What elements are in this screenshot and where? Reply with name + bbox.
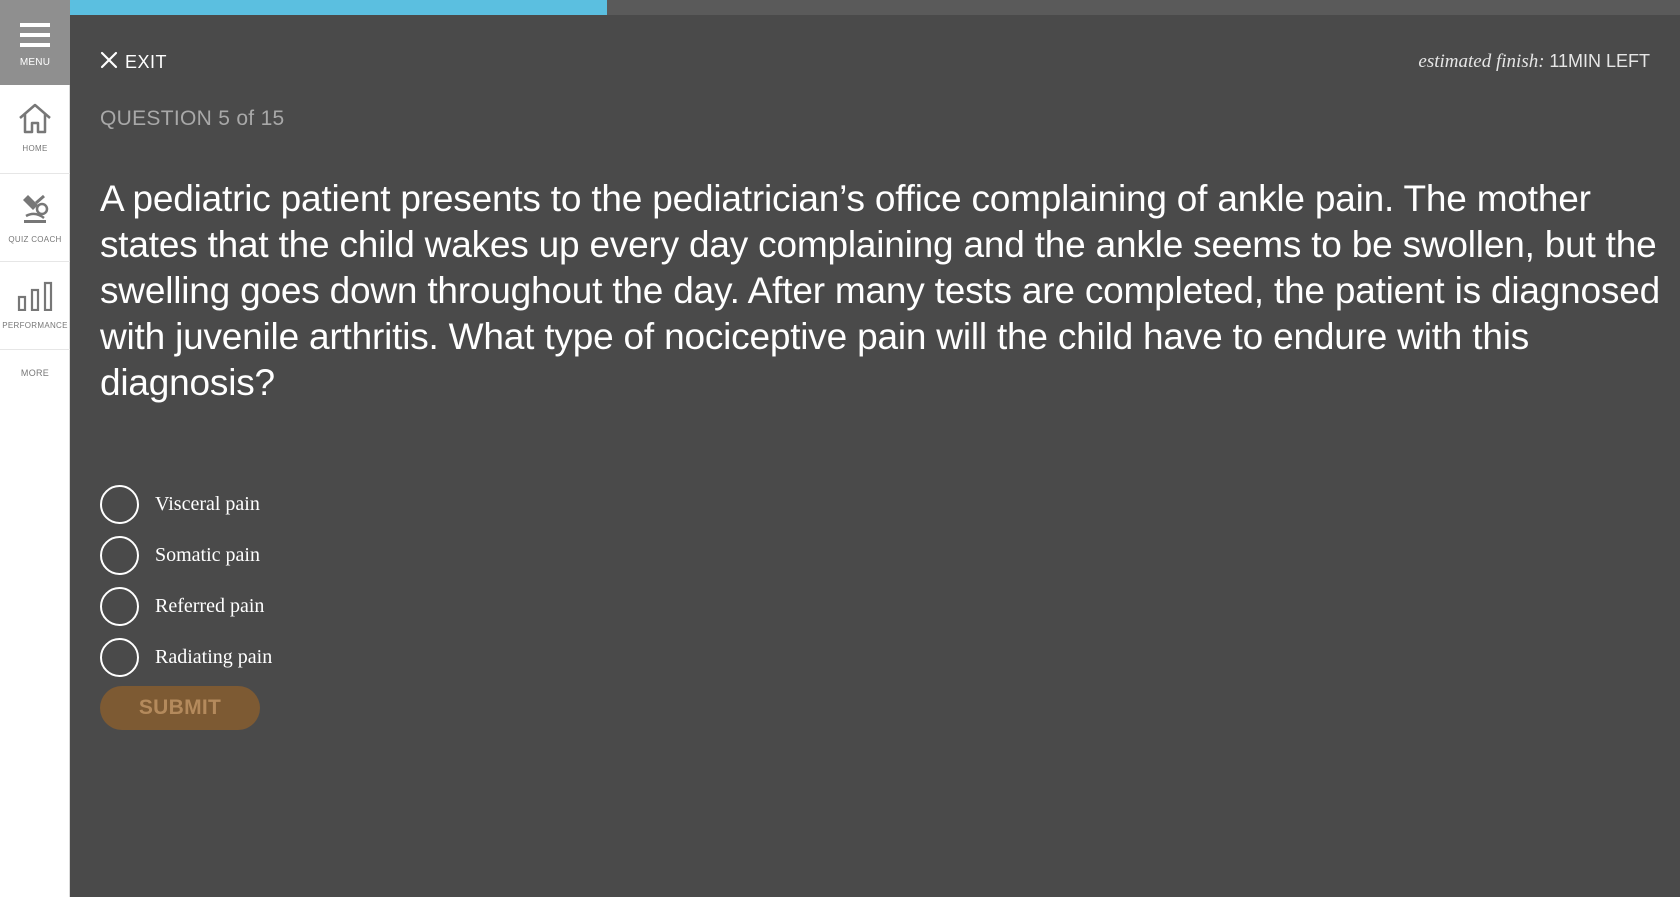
sidebar-item-label: QUIZ COACH xyxy=(8,235,62,244)
exit-button[interactable]: EXIT xyxy=(100,51,167,74)
estimated-finish: estimated finish: 11MIN LEFT xyxy=(1418,51,1650,73)
progress-fill xyxy=(70,0,607,15)
answer-option[interactable]: Somatic pain xyxy=(100,530,272,581)
estimated-finish-value: 11MIN LEFT xyxy=(1549,51,1650,71)
menu-button[interactable]: MENU xyxy=(0,0,70,85)
answer-options: Visceral pain Somatic pain Referred pain… xyxy=(100,479,272,683)
exit-label: EXIT xyxy=(125,52,168,72)
hamburger-menu-icon xyxy=(20,23,50,51)
answer-label: Radiating pain xyxy=(155,646,273,668)
sidebar: MENU HOME QUIZ COACH PERFORMANCE MORE xyxy=(0,0,70,897)
close-icon xyxy=(100,51,118,74)
sidebar-item-quiz-coach[interactable]: QUIZ COACH xyxy=(0,175,70,262)
answer-label: Referred pain xyxy=(155,595,265,617)
answer-option[interactable]: Referred pain xyxy=(100,581,272,632)
bar-chart-icon xyxy=(17,281,53,315)
answer-option[interactable]: Visceral pain xyxy=(100,479,272,530)
menu-label: MENU xyxy=(19,57,51,68)
radio-button[interactable] xyxy=(100,536,139,575)
radio-button[interactable] xyxy=(100,587,139,626)
sidebar-item-label: HOME xyxy=(22,144,48,153)
sidebar-item-home[interactable]: HOME xyxy=(0,86,70,174)
radio-button[interactable] xyxy=(100,485,139,524)
home-icon xyxy=(17,102,53,138)
answer-option[interactable]: Radiating pain xyxy=(100,632,272,683)
submit-button[interactable]: SUBMIT xyxy=(100,686,260,730)
quiz-main: EXIT estimated finish: 11MIN LEFT QUESTI… xyxy=(70,0,1680,897)
sidebar-item-more[interactable]: MORE xyxy=(0,368,70,378)
estimated-finish-label: estimated finish: xyxy=(1418,51,1545,72)
quiz-coach-icon xyxy=(18,191,52,229)
progress-bar xyxy=(70,0,1680,15)
answer-label: Visceral pain xyxy=(155,493,260,515)
question-text: A pediatric patient presents to the pedi… xyxy=(100,178,1660,403)
question-counter: QUESTION 5 of 15 xyxy=(100,107,285,130)
sidebar-item-performance[interactable]: PERFORMANCE xyxy=(0,263,70,350)
sidebar-item-label: PERFORMANCE xyxy=(2,321,68,330)
radio-button[interactable] xyxy=(100,638,139,677)
answer-label: Somatic pain xyxy=(155,544,260,566)
